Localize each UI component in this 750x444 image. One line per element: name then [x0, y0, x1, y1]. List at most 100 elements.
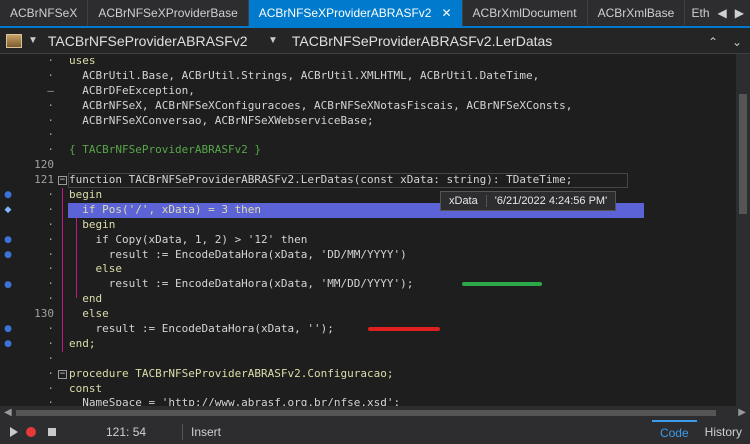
breakpoint-dot-icon[interactable]: ●	[2, 233, 14, 248]
code-editor[interactable]: · uses · ACBrUtil.Base, ACBrUtil.Strings,…	[0, 54, 736, 406]
tooltip-value: '6/21/2022 4:24:56 PM'	[485, 195, 607, 207]
code-line: ·	[47, 351, 54, 365]
fold-toggle-icon[interactable]: −	[58, 176, 67, 186]
code-line: · begin	[47, 217, 116, 231]
code-line: 120	[0, 158, 736, 173]
code-text: ACBrNFSeXConversao, ACBrNFSeXWebserviceB…	[69, 113, 374, 127]
code-line: ·	[47, 128, 54, 142]
code-line: ·{ TACBrNFSeProviderABRASFv2 }	[47, 143, 262, 157]
code-line: · NameSpace = 'http://www.abrasf.org.br/…	[0, 396, 736, 406]
scrollbar-thumb[interactable]	[16, 410, 716, 416]
code-text: { TACBrNFSeProviderABRASFv2 }	[69, 143, 262, 157]
tab-label: ACBrXmlDocument	[472, 6, 577, 20]
scrollbar-thumb[interactable]	[739, 94, 747, 214]
chevron-down-icon[interactable]: ⌄	[732, 35, 742, 49]
scroll-right-icon[interactable]: ▶	[738, 407, 746, 418]
code-text: uses	[69, 54, 96, 67]
code-text: begin	[69, 217, 116, 231]
execution-point-icon[interactable]: ◆	[2, 203, 14, 218]
code-text: if Pos('/', xData) = 3 then	[69, 202, 262, 216]
tab-acbrxmlbase[interactable]: ACBrXmlBase	[588, 0, 686, 26]
tab-acbrnfsex[interactable]: ACBrNFSeX	[0, 0, 89, 26]
code-line: 121− function TACBrNFSeProviderABRASFv2.L…	[0, 173, 736, 188]
code-text: end;	[69, 336, 96, 350]
scroll-tabs-left-icon[interactable]: ◀	[718, 6, 727, 20]
line-number: 120	[34, 158, 54, 172]
code-line: · ACBrNFSeXConversao, ACBrNFSeXWebservic…	[47, 113, 374, 127]
tab-label: ACBrNFSeX	[10, 6, 78, 20]
code-text: procedure TACBrNFSeProviderABRASFv2.Conf…	[69, 366, 394, 380]
tab-label: ACBrNFSeXProviderABRASFv2	[258, 6, 432, 20]
code-text: else	[69, 262, 122, 276]
code-text: NameSpace = 'http://www.abrasf.org.br/nf…	[69, 396, 401, 406]
line-number: 130	[34, 307, 54, 321]
editor-tab-strip: ACBrNFSeX ACBrNFSeXProviderBase ACBrNFSe…	[0, 0, 750, 28]
red-underline-annotation	[368, 327, 440, 331]
record-macro-icon[interactable]	[26, 427, 36, 437]
code-text: else	[69, 307, 109, 321]
code-line: ● · result := EncodeDataHora(xData, 'DD/M…	[0, 248, 736, 263]
green-underline-annotation	[462, 282, 542, 286]
unit-selector-value: TACBrNFSeProviderABRASFv2	[47, 32, 248, 49]
breakpoint-dot-icon[interactable]: ●	[2, 337, 14, 352]
code-text: ACBrUtil.Base, ACBrUtil.Strings, ACBrUti…	[69, 68, 540, 82]
tab-history[interactable]: History	[697, 420, 750, 444]
run-icon[interactable]	[10, 427, 18, 437]
code-line: · ACBrNFSeX, ACBrNFSeXConfiguracoes, ACB…	[47, 98, 573, 112]
tooltip-name: xData	[449, 195, 478, 207]
code-text: result := EncodeDataHora(xData, '');	[69, 322, 334, 336]
tab-acbrnfsexproviderbase[interactable]: ACBrNFSeXProviderBase	[88, 0, 249, 26]
code-text: if Copy(xData, 1, 2) > '12' then	[69, 232, 308, 246]
code-line: ● · if Copy(xData, 1, 2) > '12' then	[0, 233, 736, 248]
chevron-up-icon[interactable]: ⌃	[708, 35, 718, 49]
tab-acbrnfsexproviderabrasfv2[interactable]: ACBrNFSeXProviderABRASFv2 ✕	[248, 0, 463, 26]
code-line: ◆ · if Pos('/', xData) = 3 then	[0, 203, 736, 218]
code-line: – ACBrDFeException,	[47, 83, 195, 97]
code-line: · − procedure TACBrNFSeProviderABRASFv2.Co…	[47, 366, 394, 380]
vertical-scrollbar[interactable]	[736, 54, 750, 406]
navigation-bar: ▼ TACBrNFSeProviderABRASFv2 ▼ TACBrNFSeP…	[0, 28, 750, 54]
scroll-tabs-right-icon[interactable]: ▶	[735, 6, 744, 20]
fold-toggle-icon[interactable]: −	[58, 369, 67, 379]
debug-value-tooltip: xData '6/21/2022 4:24:56 PM'	[440, 191, 617, 211]
code-text: ACBrNFSeX, ACBrNFSeXConfiguracoes, ACBrN…	[69, 98, 573, 112]
tab-label: ACBrXmlBase	[597, 6, 675, 20]
code-line: ● · begin	[0, 188, 736, 203]
code-line: · uses	[47, 54, 96, 67]
code-text: function TACBrNFSeProviderABRASFv2.LerDa…	[69, 173, 573, 187]
method-selector-value: TACBrNFSeProviderABRASFv2.LerDatas	[291, 32, 553, 49]
code-line: ● · result := EncodeDataHora(xData, 'MM/D…	[0, 277, 736, 292]
code-line: · end	[47, 292, 103, 306]
tab-label: ACBrNFSeXProviderBase	[98, 6, 238, 20]
code-line: · else	[47, 262, 122, 276]
chevron-down-icon[interactable]: ▼	[28, 35, 38, 46]
code-line: · ACBrUtil.Base, ACBrUtil.Strings, ACBrU…	[47, 68, 540, 82]
close-tab-icon[interactable]: ✕	[441, 6, 451, 20]
breakpoint-dot-icon[interactable]: ●	[2, 188, 14, 203]
chevron-down-icon: ▼	[268, 35, 278, 46]
code-line: ● · end;	[0, 337, 736, 352]
unit-library-icon[interactable]	[6, 33, 22, 48]
tab-code[interactable]: Code	[651, 420, 697, 444]
code-text: const	[69, 381, 103, 395]
tab-acbrxmldocument[interactable]: ACBrXmlDocument	[463, 0, 588, 26]
status-bar: 121: 54 Insert Code History	[0, 420, 750, 444]
code-text: ACBrDFeException,	[69, 83, 195, 97]
code-text: result := EncodeDataHora(xData, 'MM/DD/Y…	[69, 277, 414, 291]
code-text: result := EncodeDataHora(xData, 'DD/MM/Y…	[69, 247, 407, 261]
breakpoint-dot-icon[interactable]: ●	[2, 277, 14, 292]
tab-overflow-label[interactable]: Eth	[692, 6, 710, 20]
horizontal-scrollbar[interactable]: ◀ ▶	[0, 406, 750, 420]
unit-selector[interactable]: TACBrNFSeProviderABRASFv2 ▼	[48, 33, 278, 49]
code-text: end	[69, 292, 103, 306]
scroll-left-icon[interactable]: ◀	[4, 407, 12, 418]
line-number: 121	[34, 173, 54, 187]
breakpoint-dot-icon[interactable]: ●	[2, 322, 14, 337]
method-selector[interactable]: TACBrNFSeProviderABRASFv2.LerDatas ⌃ ⌄	[292, 33, 750, 49]
insert-mode-indicator: Insert	[191, 425, 222, 439]
code-text: begin	[69, 188, 103, 202]
cursor-position: 121: 54	[106, 425, 147, 439]
code-line: 130 else	[0, 307, 736, 322]
breakpoint-dot-icon[interactable]: ●	[2, 248, 14, 263]
stop-icon[interactable]	[48, 428, 56, 436]
